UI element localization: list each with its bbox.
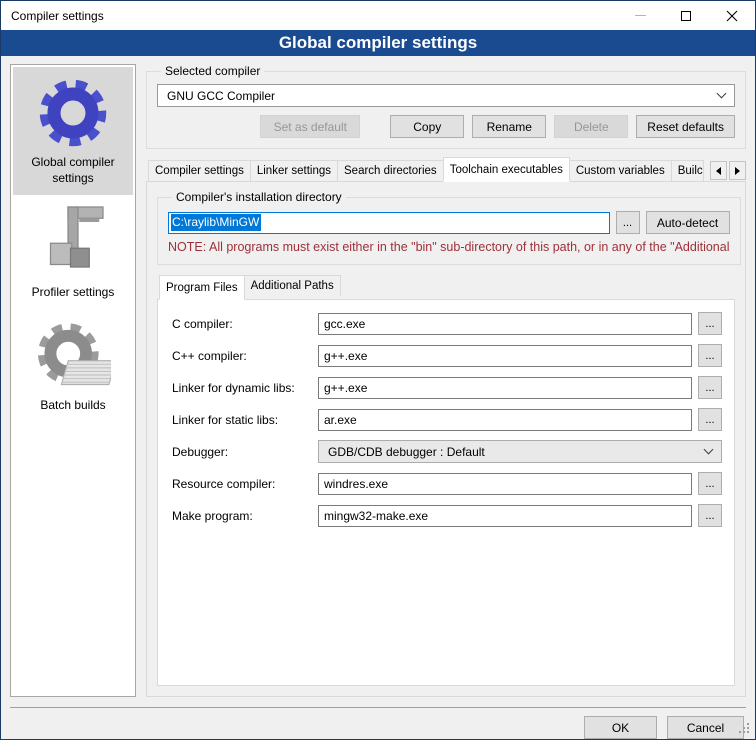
delete-button[interactable]: Delete: [554, 115, 628, 138]
tab-build-options-clipped[interactable]: Builc: [671, 160, 704, 181]
selected-compiler-legend: Selected compiler: [161, 64, 264, 78]
dynamic-linker-input[interactable]: [318, 377, 692, 399]
sidebar-item-global-compiler-settings[interactable]: Global compiler settings: [13, 67, 133, 195]
cancel-button[interactable]: Cancel: [667, 716, 744, 739]
program-files-panel: C compiler: ... C++ compiler: ... Linker…: [157, 299, 735, 686]
reset-defaults-button[interactable]: Reset defaults: [636, 115, 735, 138]
debugger-label: Debugger:: [172, 445, 312, 459]
dialog-content: Global compiler settings Profiler settin…: [1, 56, 755, 697]
make-program-row: Make program: ...: [172, 504, 722, 527]
close-button[interactable]: [709, 1, 755, 30]
auto-detect-button[interactable]: Auto-detect: [646, 211, 730, 234]
dynamic-linker-browse-button[interactable]: ...: [698, 376, 722, 399]
program-files-subtabs: Program Files Additional Paths: [157, 275, 735, 299]
triangle-left-icon: [716, 167, 721, 175]
c-compiler-input[interactable]: [318, 313, 692, 335]
ok-button[interactable]: OK: [584, 716, 657, 739]
minimize-button[interactable]: [617, 1, 663, 30]
tab-compiler-settings[interactable]: Compiler settings: [148, 160, 251, 181]
c-compiler-browse-button[interactable]: ...: [698, 312, 722, 335]
chevron-down-icon: [704, 445, 714, 455]
static-linker-label: Linker for static libs:: [172, 413, 312, 427]
main-panel: Selected compiler GNU GCC Compiler Set a…: [146, 64, 746, 697]
window-title: Compiler settings: [1, 9, 104, 23]
subtab-program-files[interactable]: Program Files: [159, 275, 245, 300]
make-program-label: Make program:: [172, 509, 312, 523]
compiler-actions-row: Set as default Copy Rename Delete Reset …: [157, 115, 735, 138]
blue-gear-icon: [35, 75, 111, 151]
toolchain-executables-panel: Compiler's installation directory C:\ray…: [146, 181, 746, 697]
tab-linker-settings[interactable]: Linker settings: [250, 160, 338, 181]
settings-category-sidebar: Global compiler settings Profiler settin…: [10, 64, 136, 697]
dialog-header: Global compiler settings: [1, 30, 755, 56]
cpp-compiler-input[interactable]: [318, 345, 692, 367]
make-program-browse-button[interactable]: ...: [698, 504, 722, 527]
sidebar-item-batch-builds[interactable]: Batch builds: [13, 310, 133, 423]
debugger-dropdown[interactable]: GDB/CDB debugger : Default: [318, 440, 722, 463]
resize-grip[interactable]: [739, 723, 751, 735]
tab-scroll-controls: [710, 161, 746, 180]
make-program-input[interactable]: [318, 505, 692, 527]
close-icon: [726, 10, 738, 22]
tab-scroll-right-button[interactable]: [729, 161, 746, 180]
static-linker-row: Linker for static libs: ...: [172, 408, 722, 431]
window-controls: [617, 1, 755, 30]
note-text: NOTE: All programs must exist either in …: [168, 240, 730, 254]
resource-compiler-row: Resource compiler: ...: [172, 472, 722, 495]
rename-button[interactable]: Rename: [472, 115, 546, 138]
dynamic-linker-row: Linker for dynamic libs: ...: [172, 376, 722, 399]
cpp-compiler-row: C++ compiler: ...: [172, 344, 722, 367]
resource-compiler-label: Resource compiler:: [172, 477, 312, 491]
sidebar-item-label: Global compiler settings: [15, 155, 131, 186]
selected-compiler-value: GNU GCC Compiler: [167, 89, 275, 103]
triangle-right-icon: [735, 167, 740, 175]
sidebar-item-profiler-settings[interactable]: Profiler settings: [13, 195, 133, 310]
subtab-additional-paths[interactable]: Additional Paths: [244, 275, 341, 296]
sidebar-item-label: Profiler settings: [32, 285, 115, 301]
dynamic-linker-label: Linker for dynamic libs:: [172, 381, 312, 395]
installation-directory-legend: Compiler's installation directory: [172, 190, 346, 204]
set-as-default-button[interactable]: Set as default: [260, 115, 360, 138]
gray-gear-stack-icon: [35, 318, 111, 394]
titlebar: Compiler settings: [1, 1, 755, 30]
installation-directory-row: C:\raylib\MinGW ... Auto-detect: [168, 211, 730, 234]
dialog-header-title: Global compiler settings: [279, 33, 477, 53]
debugger-value: GDB/CDB debugger : Default: [328, 445, 485, 459]
tab-toolchain-executables[interactable]: Toolchain executables: [443, 157, 570, 182]
selected-path-text: C:\raylib\MinGW: [171, 214, 261, 231]
maximize-button[interactable]: [663, 1, 709, 30]
c-compiler-label: C compiler:: [172, 317, 312, 331]
chevron-down-icon: [717, 89, 727, 99]
cpp-compiler-label: C++ compiler:: [172, 349, 312, 363]
resource-compiler-browse-button[interactable]: ...: [698, 472, 722, 495]
copy-button[interactable]: Copy: [390, 115, 464, 138]
tab-search-directories[interactable]: Search directories: [337, 160, 444, 181]
sidebar-item-label: Batch builds: [40, 398, 105, 414]
tab-custom-variables[interactable]: Custom variables: [569, 160, 672, 181]
installation-directory-input[interactable]: C:\raylib\MinGW: [168, 212, 610, 234]
tab-scroll-left-button[interactable]: [710, 161, 727, 180]
selected-compiler-group: Selected compiler GNU GCC Compiler Set a…: [146, 64, 746, 149]
browse-directory-button[interactable]: ...: [616, 211, 640, 234]
static-linker-input[interactable]: [318, 409, 692, 431]
caliper-icon: [38, 203, 108, 281]
resource-compiler-input[interactable]: [318, 473, 692, 495]
installation-directory-group: Compiler's installation directory C:\ray…: [157, 190, 741, 265]
minimize-icon: [635, 15, 646, 16]
maximize-icon: [681, 11, 691, 21]
footer: OK Cancel: [1, 708, 755, 739]
compiler-settings-window: Compiler settings Global compiler settin…: [0, 0, 756, 740]
debugger-row: Debugger: GDB/CDB debugger : Default: [172, 440, 722, 463]
cpp-compiler-browse-button[interactable]: ...: [698, 344, 722, 367]
compiler-settings-tabs: Compiler settings Linker settings Search…: [146, 157, 746, 181]
c-compiler-row: C compiler: ...: [172, 312, 722, 335]
static-linker-browse-button[interactable]: ...: [698, 408, 722, 431]
selected-compiler-dropdown[interactable]: GNU GCC Compiler: [157, 84, 735, 107]
